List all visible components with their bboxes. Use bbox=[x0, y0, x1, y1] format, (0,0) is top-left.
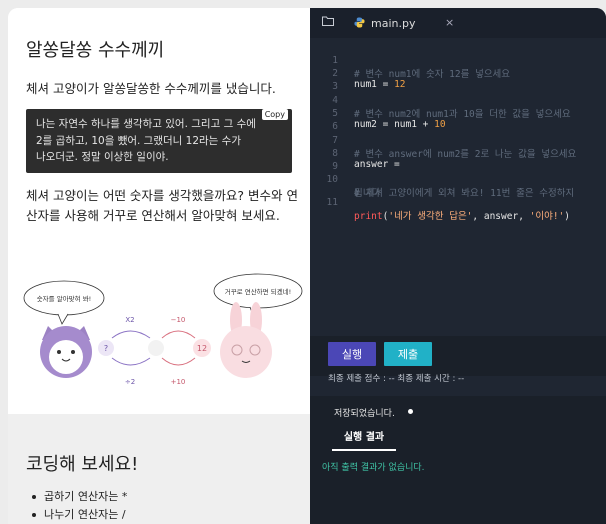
code-line: 됩니다 bbox=[310, 174, 380, 199]
code-panel: main.py × 1 # 변수 num1에 숫자 12를 넣으세요 2 num… bbox=[310, 8, 606, 524]
result-number: 12 bbox=[197, 344, 207, 353]
tab-close-icon[interactable]: × bbox=[445, 16, 454, 29]
editor-tab-bar: main.py × bbox=[310, 8, 606, 38]
hint-item: 나누기 연산자는 / bbox=[32, 506, 127, 524]
problem-title: 알쏭달쏭 수수께끼 bbox=[26, 40, 165, 61]
tab-run-result[interactable]: 실행 결과 bbox=[332, 428, 396, 451]
action-bar: 실행 제출 bbox=[310, 336, 606, 376]
quote-line: 나는 자연수 하나를 생각하고 있어. 그리고 그 수에 bbox=[36, 118, 256, 130]
code-line: 11 print('네가 생각한 답은', answer, '이야!') bbox=[310, 186, 570, 222]
run-button[interactable]: 실행 bbox=[328, 342, 376, 366]
code-comment: # 변수 answer에 num2를 2로 나눈 값을 넣으세요 bbox=[354, 149, 577, 160]
rabbit-icon bbox=[220, 302, 272, 378]
op-divide-label: ÷2 bbox=[125, 378, 135, 386]
problem-section: 알쏭달쏭 수수께끼 체셔 고양이가 알쏭달쏭한 수수께끼를 냈습니다. 나는 자… bbox=[8, 8, 310, 414]
riddle-illustration: 숫자를 알아맞혀 봐! 거꾸로 연산하면 되겠네! ? 12 X2 −10 ÷2… bbox=[23, 273, 303, 386]
code-line: 2 num1 = 12 bbox=[310, 57, 405, 90]
code-token: answer bbox=[483, 211, 519, 222]
code-line: 9 bbox=[310, 150, 344, 172]
code-comment: 됩니다 bbox=[354, 188, 381, 199]
code-line: 7 # 변수 answer에 num2를 2로 나눈 값을 넣으세요 bbox=[310, 124, 576, 160]
code-content: num1 = 12 bbox=[354, 79, 406, 90]
quote-block: 나는 자연수 하나를 생각하고 있어. 그리고 그 수에 2를 곱하고, 10을… bbox=[26, 109, 292, 173]
cat-bubble-text: 숫자를 알아맞혀 봐! bbox=[37, 294, 92, 303]
hints-list: 곱하기 연산자는 * 나누기 연산자는 / bbox=[32, 488, 127, 524]
code-token: print bbox=[354, 211, 383, 222]
problem-question: 체셔 고양이는 어떤 숫자를 생각했을까요? 변수와 연산자를 사용해 거꾸로 … bbox=[26, 188, 298, 223]
code-content: print('네가 생각한 답은', answer, '이야!') bbox=[354, 211, 571, 222]
op-plus-label: +10 bbox=[171, 378, 186, 386]
code-line: 1 # 변수 num1에 숫자 12를 넣으세요 bbox=[310, 44, 510, 80]
code-token: 12 bbox=[394, 79, 406, 90]
rabbit-bubble-text: 거꾸로 연산하면 되겠네! bbox=[225, 287, 292, 296]
code-line: 3 bbox=[310, 70, 344, 92]
output-message: 아직 출력 결과가 없습니다. bbox=[322, 463, 425, 473]
cat-icon bbox=[40, 326, 92, 378]
folder-icon[interactable] bbox=[322, 16, 334, 26]
code-line: 8 answer = bbox=[310, 137, 400, 170]
saved-status: 저장되었습니다. bbox=[334, 409, 395, 419]
code-token: '네가 생각한 답은' bbox=[388, 211, 473, 222]
op-minus-label: −10 bbox=[171, 316, 186, 324]
code-line: 6 bbox=[310, 110, 344, 132]
python-file-icon bbox=[354, 17, 365, 28]
quote-text: 나는 자연수 하나를 생각하고 있어. 그리고 그 수에 2를 곱하고, 10을… bbox=[36, 116, 274, 166]
output-panel: 저장되었습니다. 실행 결과 아직 출력 결과가 없습니다. bbox=[310, 396, 606, 524]
code-comment: # 체셔 고양이에게 외쳐 봐요! 11번 줄은 수정하지 bbox=[354, 188, 575, 199]
code-comment: # 변수 num1에 숫자 12를 넣으세요 bbox=[354, 69, 511, 80]
problem-description: 체셔 고양이가 알쏭달쏭한 수수께끼를 냈습니다. bbox=[26, 81, 276, 96]
status-dot-icon bbox=[408, 409, 413, 414]
code-token: '이야!' bbox=[529, 211, 565, 222]
code-comment: # 변수 num2에 num1과 10을 더한 값을 넣으세요 bbox=[354, 109, 571, 120]
line-number: 11 bbox=[326, 197, 338, 208]
op-times-label: X2 bbox=[125, 316, 134, 324]
code-line: 5 num2 = num1 + 10 bbox=[310, 97, 445, 130]
code-token: num2 bbox=[354, 119, 377, 130]
code-token: num1 bbox=[394, 119, 417, 130]
problem-panel: 알쏭달쏭 수수께끼 체셔 고양이가 알쏭달쏭한 수수께끼를 냈습니다. 나는 자… bbox=[8, 8, 310, 524]
code-content: num2 = num1 + 10 bbox=[354, 119, 446, 130]
submit-info: 최종 제출 점수 : -- 최종 제출 시간 : -- bbox=[328, 374, 465, 384]
code-content: answer = bbox=[354, 159, 400, 170]
tab-filename[interactable]: main.py bbox=[371, 17, 415, 30]
operation-flow: ? 12 X2 −10 ÷2 +10 bbox=[98, 316, 211, 386]
hint-item: 곱하기 연산자는 * bbox=[32, 488, 127, 506]
code-token: 10 bbox=[434, 119, 446, 130]
submit-button[interactable]: 제출 bbox=[384, 342, 432, 366]
code-token: answer bbox=[354, 159, 389, 170]
quote-line: 2를 곱하고, 10을 뺐어. 그랬더니 12라는 수가 bbox=[36, 134, 242, 147]
code-token: num1 bbox=[354, 79, 377, 90]
unknown-number: ? bbox=[104, 344, 108, 353]
hints-title: 코딩해 보세요! bbox=[26, 454, 139, 475]
quote-line: 나오더군. 정말 이상한 일이야. bbox=[36, 151, 169, 163]
copy-button[interactable]: Copy bbox=[261, 109, 288, 120]
code-line: 4 # 변수 num2에 num1과 10을 더한 값을 넣으세요 bbox=[310, 84, 570, 120]
